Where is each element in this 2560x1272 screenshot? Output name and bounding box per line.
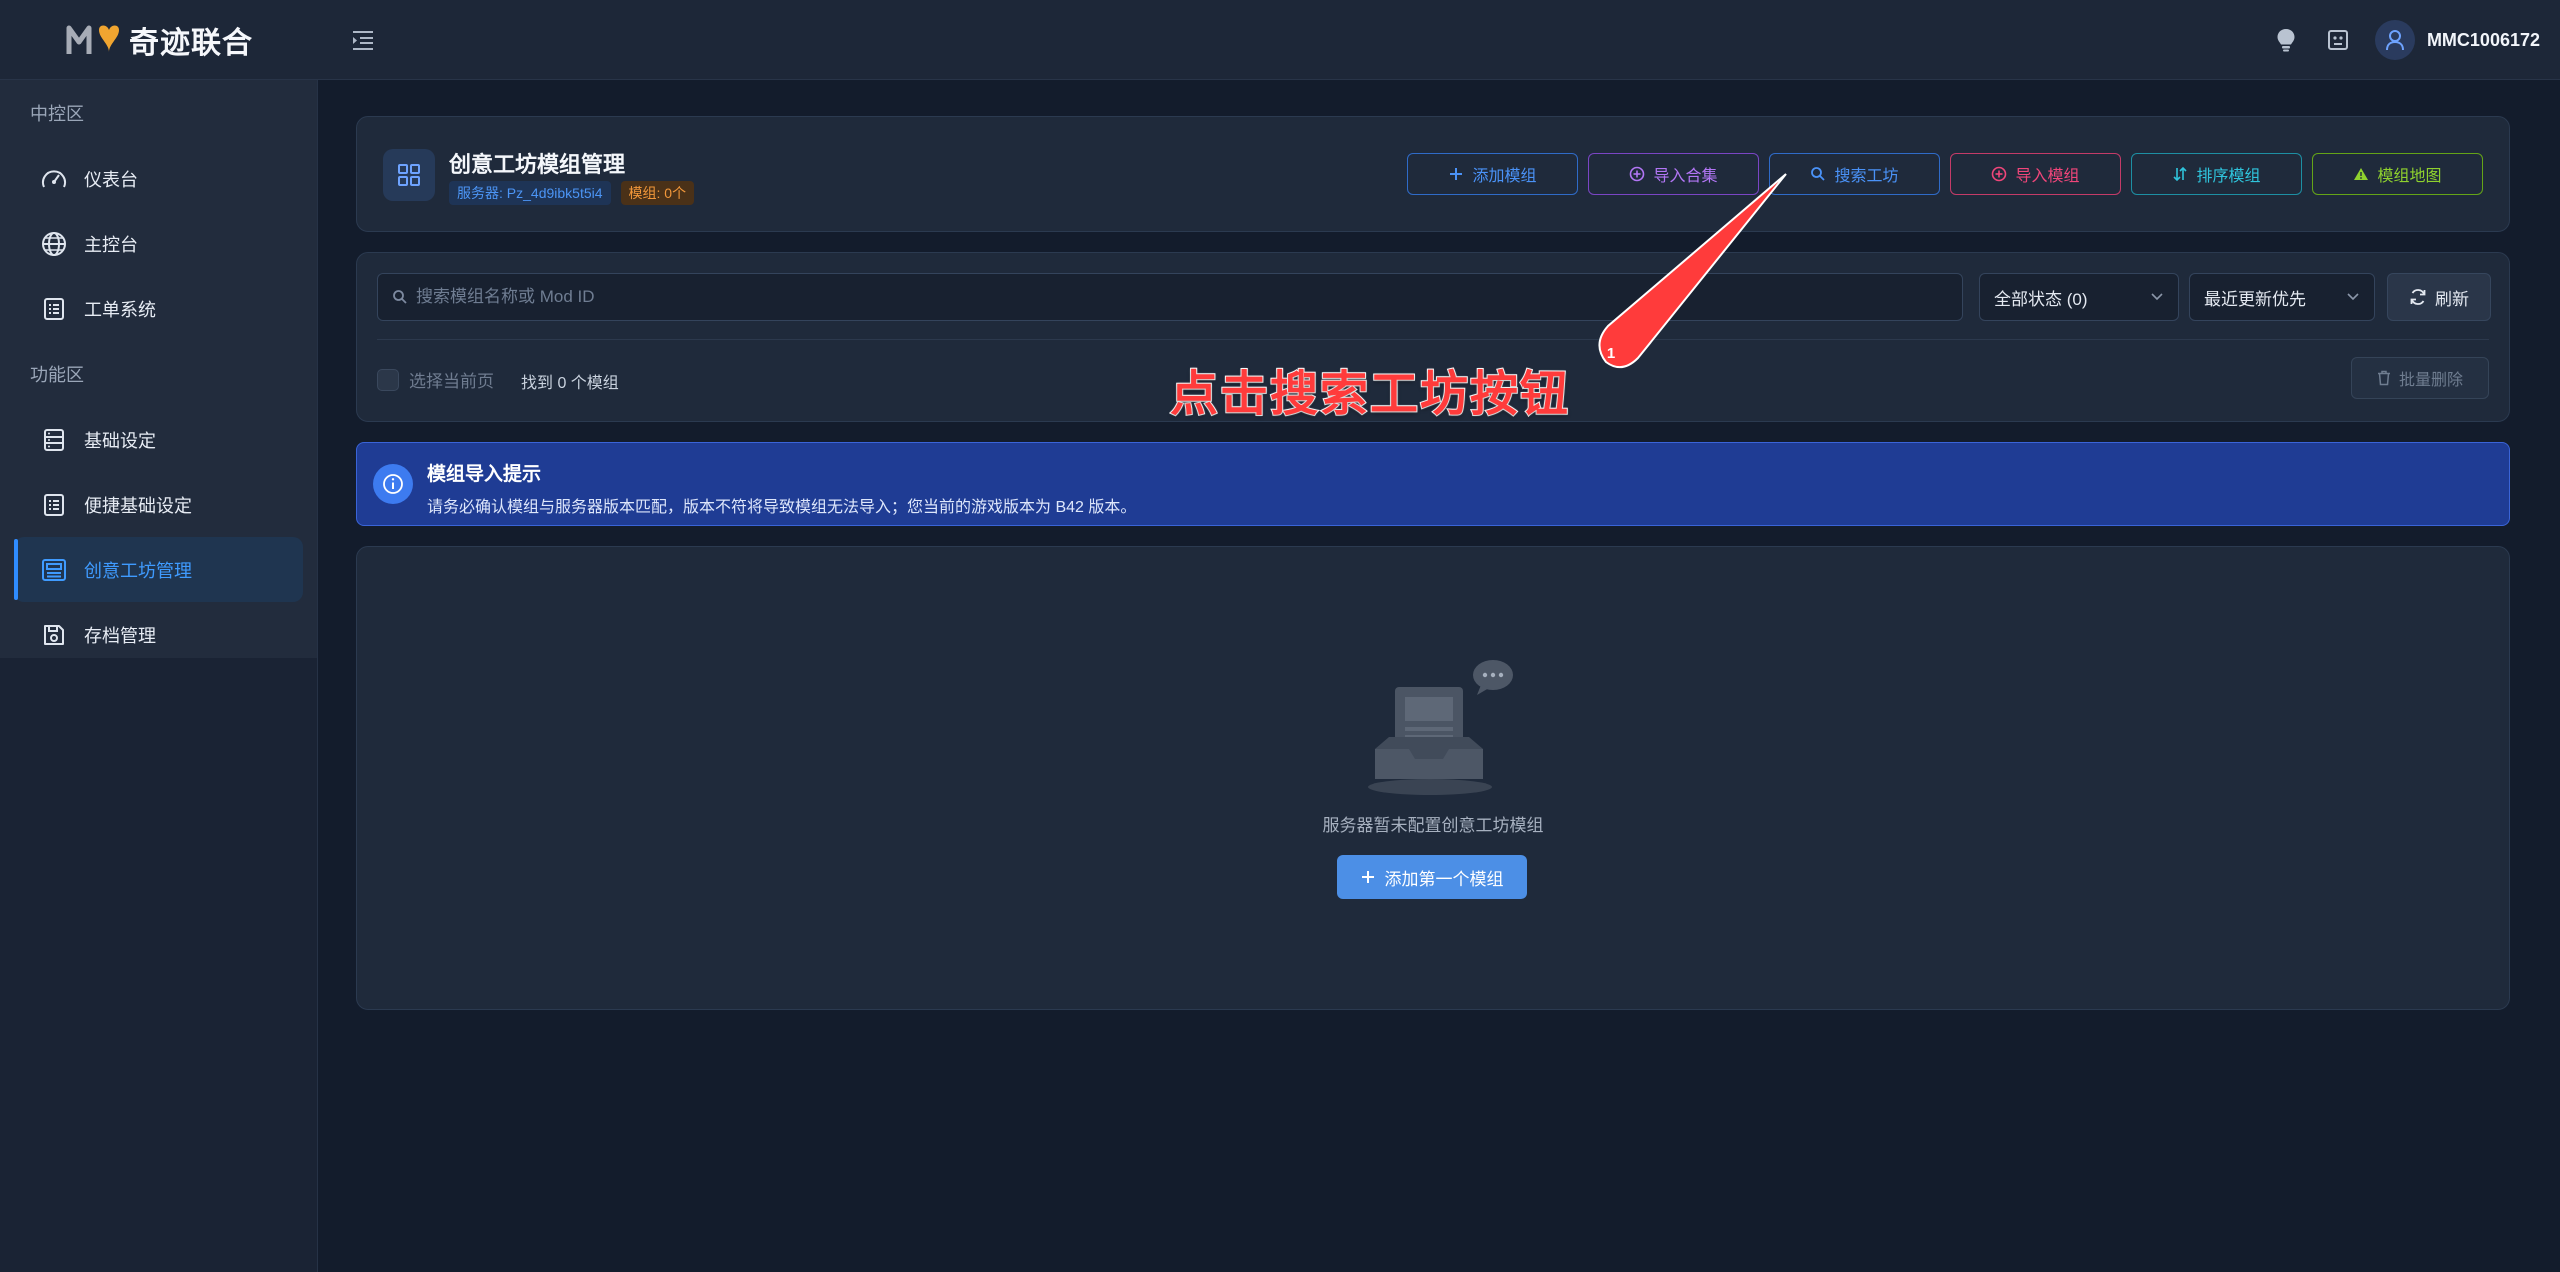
- avatar: [2374, 20, 2415, 60]
- empty-state-text: 服务器暂未配置创意工坊模组: [1322, 816, 1544, 835]
- refresh-button[interactable]: 刷新: [2387, 273, 2491, 321]
- lightbulb-icon[interactable]: [2271, 25, 2301, 55]
- notice-title: 模组导入提示: [427, 464, 542, 485]
- chevron-down-icon: [2346, 292, 2360, 302]
- sidebar-item-label: 存档管理: [84, 625, 156, 646]
- annotation-badge: 1: [1606, 344, 1616, 362]
- header-actions: 添加模组 导入合集 搜索工坊 导入模组 排序模组 模组地图: [1407, 153, 2483, 195]
- sidebar-item-label: 主控台: [84, 234, 138, 255]
- globe-icon: [40, 230, 68, 258]
- sidebar-item-label: 基础设定: [84, 430, 156, 451]
- info-icon: [373, 464, 413, 504]
- annotation-text: 点击搜索工坊按钮: [1169, 367, 1571, 422]
- mod-map-button[interactable]: 模组地图: [2312, 153, 2483, 195]
- menu-toggle-icon: [351, 29, 375, 51]
- sidebar-item-console[interactable]: 主控台: [14, 211, 303, 276]
- select-page-checkbox[interactable]: [377, 368, 399, 391]
- user-icon: [2385, 29, 2405, 51]
- sidebar-item-workshop[interactable]: 创意工坊管理: [14, 537, 303, 602]
- sidebar-item-dashboard[interactable]: 仪表台: [14, 146, 303, 211]
- plus-icon: [1361, 870, 1375, 884]
- sidebar-item-basic-settings[interactable]: 基础设定: [14, 407, 303, 472]
- add-first-mod-label: 添加第一个模组: [1384, 869, 1504, 889]
- app-logo[interactable]: 奇迹联合: [0, 0, 318, 80]
- triangle-map-icon: [2353, 166, 2369, 182]
- sort-order-select[interactable]: 最近更新优先: [2189, 273, 2375, 321]
- mod-list-card: 服务器暂未配置创意工坊模组 添加第一个模组: [356, 546, 2510, 1010]
- add-first-mod-button[interactable]: 添加第一个模组: [1337, 855, 1527, 899]
- mod-count-tag: 模组: 0个: [620, 181, 695, 205]
- empty-inbox-icon: [1365, 657, 1515, 797]
- status-filter-select[interactable]: 全部状态 (0): [1979, 273, 2179, 321]
- sort-order-value: 最近更新优先: [2204, 289, 2306, 309]
- sidebar-item-label: 便捷基础设定: [84, 495, 192, 516]
- grid-icon: [383, 149, 435, 201]
- bulk-delete-label: 批量删除: [2398, 372, 2463, 389]
- username: MMC1006172: [2426, 29, 2540, 50]
- sidebar-item-label: 工单系统: [84, 299, 156, 320]
- sort-icon: [2172, 166, 2188, 182]
- sort-mods-button[interactable]: 排序模组: [2131, 153, 2302, 195]
- divider: [377, 339, 2489, 340]
- page-header-card: 创意工坊模组管理 服务器: Pz_4d9ibk5t5i4 模组: 0个 添加模组…: [356, 116, 2510, 232]
- sidebar: 中控区 仪表台 主控台 工单系统 功能区 基础设定 便捷基础设定 创意工坊管理 …: [0, 80, 318, 1272]
- sidebar-item-quick-settings[interactable]: 便捷基础设定: [14, 472, 303, 537]
- result-count: 找到 0 个模组: [521, 375, 619, 392]
- list-document-icon: [40, 491, 68, 519]
- plus-icon: [1448, 166, 1464, 182]
- list-document-icon: [40, 295, 68, 323]
- user-menu[interactable]: MMC1006172: [2374, 20, 2540, 60]
- plus-circle-icon: [1991, 166, 2007, 182]
- sort-mods-label: 排序模组: [2196, 168, 2261, 185]
- notice-text: 请务必确认模组与服务器版本匹配，版本不符将导致模组无法导入；您当前的游戏版本为 …: [427, 499, 1137, 516]
- save-disk-icon: [40, 621, 68, 649]
- server-stack-icon: [40, 426, 68, 454]
- add-mod-label: 添加模组: [1472, 168, 1537, 185]
- menu-toggle-button[interactable]: [346, 24, 380, 56]
- header-tags: 服务器: Pz_4d9ibk5t5i4 模组: 0个: [449, 181, 695, 205]
- status-filter-value: 全部状态 (0): [1994, 289, 2088, 309]
- server-tag: 服务器: Pz_4d9ibk5t5i4: [449, 181, 611, 205]
- sidebar-item-saves[interactable]: 存档管理: [14, 602, 303, 667]
- sidebar-item-label: 仪表台: [84, 169, 138, 190]
- sidebar-section-features: 功能区: [30, 365, 84, 385]
- sidebar-section-control: 中控区: [30, 104, 84, 124]
- top-right-tools: MMC1006172: [2271, 0, 2540, 80]
- workshop-icon: [40, 556, 68, 584]
- chevron-down-icon: [2150, 292, 2164, 302]
- bulk-delete-button[interactable]: 批量删除: [2351, 357, 2489, 399]
- select-page-label: 选择当前页: [409, 372, 494, 391]
- mod-map-label: 模组地图: [2377, 168, 2442, 185]
- search-icon: [392, 289, 408, 305]
- sidebar-item-tickets[interactable]: 工单系统: [14, 276, 303, 341]
- refresh-icon: [2409, 288, 2427, 306]
- page-title: 创意工坊模组管理: [449, 152, 626, 177]
- sidebar-menu: 中控区 仪表台 主控台 工单系统 功能区 基础设定 便捷基础设定 创意工坊管理 …: [0, 80, 317, 658]
- refresh-label: 刷新: [2435, 289, 2469, 309]
- import-notice: 模组导入提示 请务必确认模组与服务器版本匹配，版本不符将导致模组无法导入；您当前…: [356, 442, 2510, 526]
- select-current-page[interactable]: 选择当前页: [377, 367, 494, 392]
- top-bar: 奇迹联合 MMC1006172: [0, 0, 2560, 80]
- logo-mark-icon: [65, 22, 125, 58]
- add-mod-button[interactable]: 添加模组: [1407, 153, 1578, 195]
- sidebar-item-label: 创意工坊管理: [84, 560, 192, 581]
- speedometer-icon: [40, 165, 68, 193]
- logo-text: 奇迹联合: [129, 27, 253, 60]
- import-mod-label: 导入模组: [2015, 168, 2080, 185]
- robot-face-icon[interactable]: [2323, 25, 2353, 55]
- trash-icon: [2377, 370, 2391, 386]
- search-workshop-label: 搜索工坊: [1834, 168, 1899, 185]
- import-mod-button[interactable]: 导入模组: [1950, 153, 2121, 195]
